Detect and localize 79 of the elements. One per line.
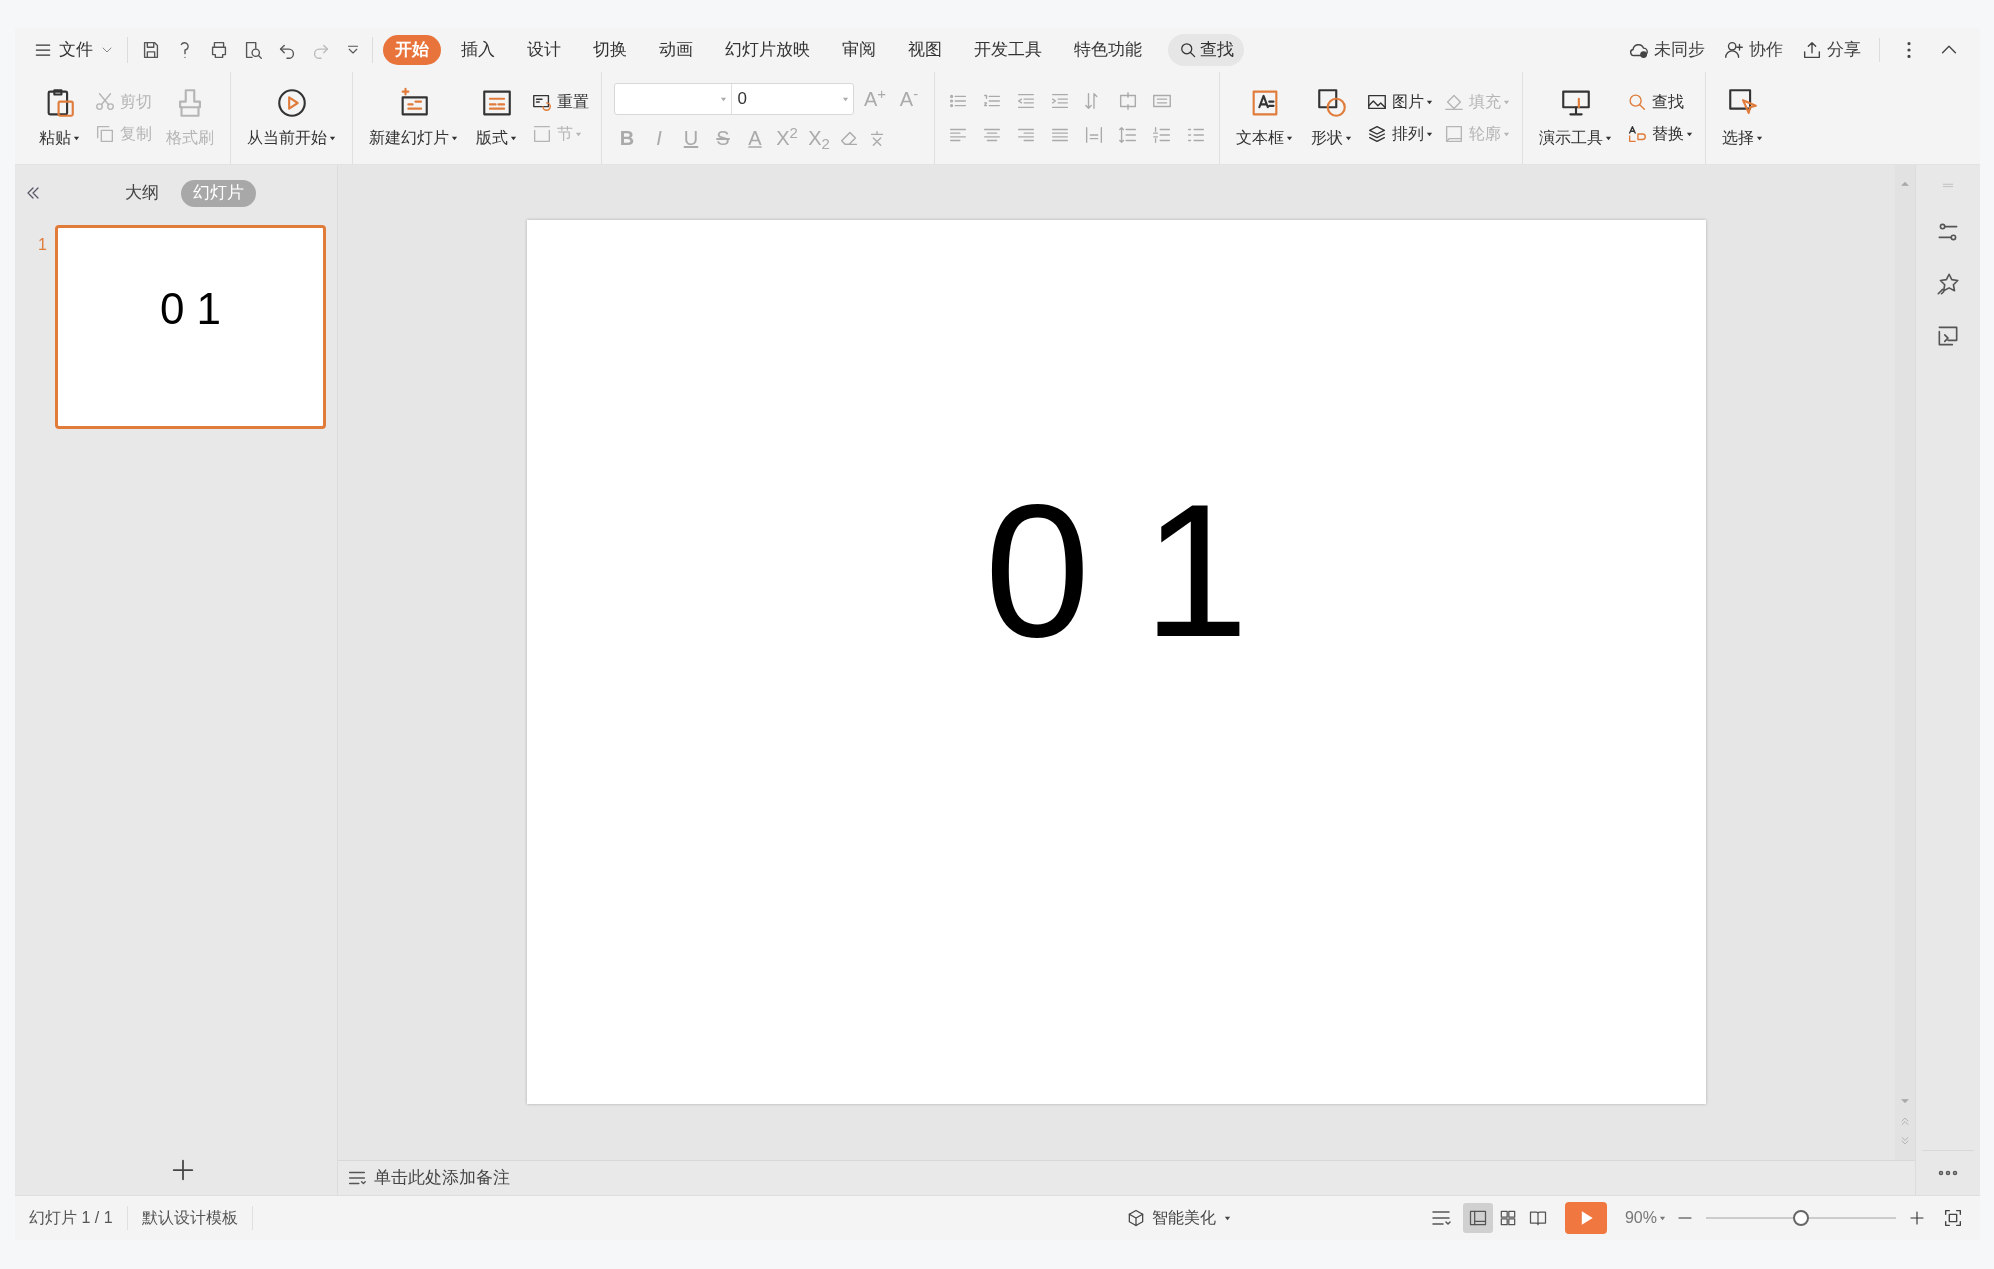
- search-icon: [1626, 91, 1648, 113]
- distribute-icon[interactable]: [1083, 124, 1105, 146]
- ribbon-button[interactable]: 替换: [1626, 122, 1693, 146]
- copy-icon: [94, 123, 116, 145]
- template-button[interactable]: 默认设计模板: [127, 1206, 253, 1230]
- zoom-value[interactable]: 90%: [1624, 1206, 1666, 1230]
- file-menu[interactable]: 文件: [33, 37, 115, 63]
- scissors-icon: [94, 91, 116, 113]
- caret-icon: [1605, 134, 1612, 142]
- ribbon-tab[interactable]: 插入: [449, 35, 507, 65]
- frame-icon: [1443, 123, 1465, 145]
- caret-icon: [1223, 1214, 1231, 1222]
- font-field[interactable]: 0: [614, 83, 854, 115]
- caret-icon: [575, 130, 582, 138]
- align-vertical-icon[interactable]: [1117, 90, 1139, 112]
- caret-icon: [1286, 134, 1293, 142]
- ribbon-tab[interactable]: 幻灯片放映: [713, 35, 822, 65]
- user-plus-icon: [1723, 39, 1745, 61]
- caret-icon: [1426, 98, 1433, 106]
- ribbon-button[interactable]: 形状: [1307, 72, 1356, 164]
- caret-icon: [329, 134, 336, 142]
- toolbar-action[interactable]: 未同步: [1628, 37, 1705, 63]
- section-icon: [531, 123, 553, 145]
- ribbon-button[interactable]: 查找: [1626, 90, 1693, 114]
- ribbon-button[interactable]: 排列: [1366, 122, 1433, 146]
- ribbon-tab[interactable]: 设计: [515, 35, 573, 65]
- slide-title: 0 1: [984, 475, 1249, 665]
- slide-thumbnail[interactable]: 0 1: [55, 225, 326, 429]
- ribbon-tab[interactable]: 特色功能: [1062, 35, 1154, 65]
- search-button[interactable]: 查找: [1168, 34, 1244, 66]
- caret-icon: [73, 134, 80, 142]
- ribbon-button[interactable]: 文本框: [1232, 72, 1297, 164]
- ribbon-tab[interactable]: 开发工具: [962, 35, 1054, 65]
- ribbon-tab[interactable]: 动画: [647, 35, 705, 65]
- ribbon-button[interactable]: 选择: [1718, 72, 1767, 164]
- caret-icon: [1686, 130, 1693, 138]
- caret-icon: [842, 95, 849, 103]
- zoom-thumb[interactable]: [1793, 1210, 1809, 1226]
- line-spacing-icon[interactable]: [1117, 124, 1139, 146]
- caret-icon: [1659, 1214, 1666, 1222]
- ribbon-button[interactable]: 演示工具: [1535, 72, 1616, 164]
- ribbon-button[interactable]: 图片: [1366, 90, 1433, 114]
- toolbar-action[interactable]: 协作: [1723, 37, 1783, 63]
- layers-icon: [1366, 123, 1388, 145]
- caret-icon: [1345, 134, 1352, 142]
- ribbon-button[interactable]: 重置: [531, 90, 589, 114]
- slide-canvas[interactable]: 0 1: [527, 220, 1706, 1104]
- panel-tab[interactable]: 大纲: [113, 179, 171, 207]
- ribbon-button[interactable]: 新建幻灯片: [365, 72, 462, 164]
- replace-icon: [1626, 123, 1648, 145]
- search-icon: [1178, 40, 1198, 60]
- caret-icon: [510, 134, 517, 142]
- slide-number: 1: [37, 235, 48, 255]
- caret-icon: [1503, 98, 1510, 106]
- notes-placeholder[interactable]: 单击此处添加备注: [374, 1165, 510, 1191]
- ribbon-tab[interactable]: 审阅: [830, 35, 888, 65]
- beautify-button[interactable]: 智能美化: [1125, 1206, 1231, 1230]
- toolbar-action[interactable]: 分享: [1801, 37, 1861, 63]
- paragraph-spacing-icon[interactable]: [1151, 124, 1173, 146]
- view-button[interactable]: [1462, 1203, 1493, 1233]
- caret-icon: [1503, 130, 1510, 138]
- fit-window-icon[interactable]: [1942, 1207, 1964, 1229]
- share-icon: [1801, 39, 1823, 61]
- ribbon-button[interactable]: 从当前开始: [243, 72, 340, 164]
- caret-icon: [719, 95, 727, 103]
- font-size-value: 0: [736, 88, 748, 111]
- ribbon-tab[interactable]: 视图: [896, 35, 954, 65]
- normal-view-icon: [1467, 1208, 1488, 1228]
- slide-counter: 幻灯片 1 / 1: [15, 1206, 128, 1230]
- ribbon-button[interactable]: 版式: [472, 72, 521, 164]
- caret-icon: [1426, 130, 1433, 138]
- play-button[interactable]: [1564, 1202, 1607, 1234]
- ribbon-button[interactable]: 粘贴: [35, 72, 84, 164]
- caret-icon: [1756, 134, 1763, 142]
- zoom-in-icon[interactable]: [1908, 1209, 1926, 1227]
- star-icon[interactable]: [1935, 271, 1961, 297]
- caret-icon: [451, 134, 458, 142]
- zoom-slider[interactable]: [1706, 1210, 1896, 1226]
- ribbon-tab[interactable]: 切换: [581, 35, 639, 65]
